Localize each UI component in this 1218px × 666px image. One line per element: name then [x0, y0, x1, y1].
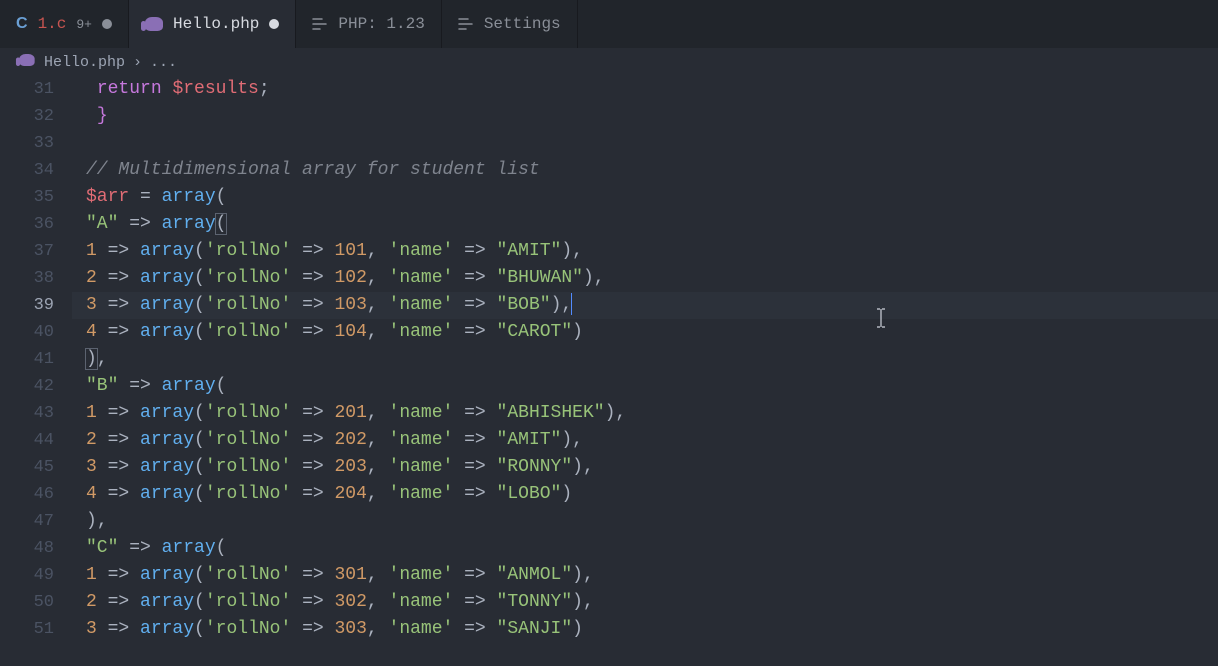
line-number: 46 [0, 481, 54, 508]
code-line[interactable]: "A" => array( [72, 211, 1218, 238]
breadcrumb-rest: ... [150, 54, 177, 71]
tab-label: Hello.php [173, 15, 259, 33]
code-line[interactable]: ), [72, 508, 1218, 535]
tab-php-ver[interactable]: PHP: 1.23 [296, 0, 441, 48]
code-line[interactable]: } [72, 103, 1218, 130]
code-line[interactable]: 1 => array('rollNo' => 201, 'name' => "A… [72, 400, 1218, 427]
line-number: 36 [0, 211, 54, 238]
editor[interactable]: 31 32 33 34 35 36 37 38 39 40 41 42 43 4… [0, 76, 1218, 666]
code-line[interactable]: 2 => array('rollNo' => 102, 'name' => "B… [72, 265, 1218, 292]
code-line[interactable]: 3 => array('rollNo' => 203, 'name' => "R… [72, 454, 1218, 481]
line-number: 41 [0, 346, 54, 373]
line-number: 34 [0, 157, 54, 184]
code-line[interactable]: 2 => array('rollNo' => 302, 'name' => "T… [72, 589, 1218, 616]
line-number: 38 [0, 265, 54, 292]
breadcrumb-file: Hello.php [44, 54, 125, 71]
line-number: 50 [0, 589, 54, 616]
code-line[interactable]: 4 => array('rollNo' => 204, 'name' => "L… [72, 481, 1218, 508]
tab-label: PHP: 1.23 [338, 15, 424, 33]
tab-1c[interactable]: C 1.c 9+ [0, 0, 129, 48]
tab-bar: C 1.c 9+ Hello.php PHP: 1.23 Settings [0, 0, 1218, 48]
code-line[interactable]: $arr = array( [72, 184, 1218, 211]
gutter: 31 32 33 34 35 36 37 38 39 40 41 42 43 4… [0, 76, 72, 666]
code-area[interactable]: return $results; } // Multidimensional a… [72, 76, 1218, 666]
c-lang-icon: C [16, 15, 28, 33]
tab-label: 1.c [38, 15, 67, 33]
tab-label: Settings [484, 15, 561, 33]
elephant-icon [18, 53, 36, 72]
line-number: 35 [0, 184, 54, 211]
code-line[interactable]: ), [72, 346, 1218, 373]
tab-hello-php[interactable]: Hello.php [129, 0, 296, 48]
text-cursor [571, 293, 572, 315]
line-number: 39 [0, 292, 54, 319]
tab-settings[interactable]: Settings [442, 0, 578, 48]
elephant-icon [145, 17, 163, 31]
line-number: 42 [0, 373, 54, 400]
code-line[interactable] [72, 130, 1218, 157]
modified-dot-icon [102, 19, 112, 29]
line-number: 31 [0, 76, 54, 103]
code-line[interactable]: "C" => array( [72, 535, 1218, 562]
line-number: 48 [0, 535, 54, 562]
code-line[interactable]: 3 => array('rollNo' => 303, 'name' => "S… [72, 616, 1218, 643]
breadcrumb[interactable]: Hello.php › ... [0, 48, 1218, 76]
code-line[interactable]: return $results; [72, 76, 1218, 103]
bars-icon [312, 17, 328, 31]
tab-badge: 9+ [76, 17, 92, 32]
line-number: 37 [0, 238, 54, 265]
breadcrumb-sep: › [133, 54, 142, 71]
line-number: 44 [0, 427, 54, 454]
modified-dot-icon [269, 19, 279, 29]
code-line[interactable]: 4 => array('rollNo' => 104, 'name' => "C… [72, 319, 1218, 346]
line-number: 33 [0, 130, 54, 157]
line-number: 49 [0, 562, 54, 589]
line-number: 47 [0, 508, 54, 535]
bars-icon [458, 17, 474, 31]
line-number: 45 [0, 454, 54, 481]
code-line[interactable]: "B" => array( [72, 373, 1218, 400]
line-number: 51 [0, 616, 54, 643]
code-line[interactable]: 1 => array('rollNo' => 101, 'name' => "A… [72, 238, 1218, 265]
line-number: 43 [0, 400, 54, 427]
line-number: 40 [0, 319, 54, 346]
line-number: 32 [0, 103, 54, 130]
code-line[interactable]: 2 => array('rollNo' => 202, 'name' => "A… [72, 427, 1218, 454]
code-line[interactable]: 1 => array('rollNo' => 301, 'name' => "A… [72, 562, 1218, 589]
code-line[interactable]: 3 => array('rollNo' => 103, 'name' => "B… [72, 292, 1218, 319]
code-line[interactable]: // Multidimensional array for student li… [72, 157, 1218, 184]
